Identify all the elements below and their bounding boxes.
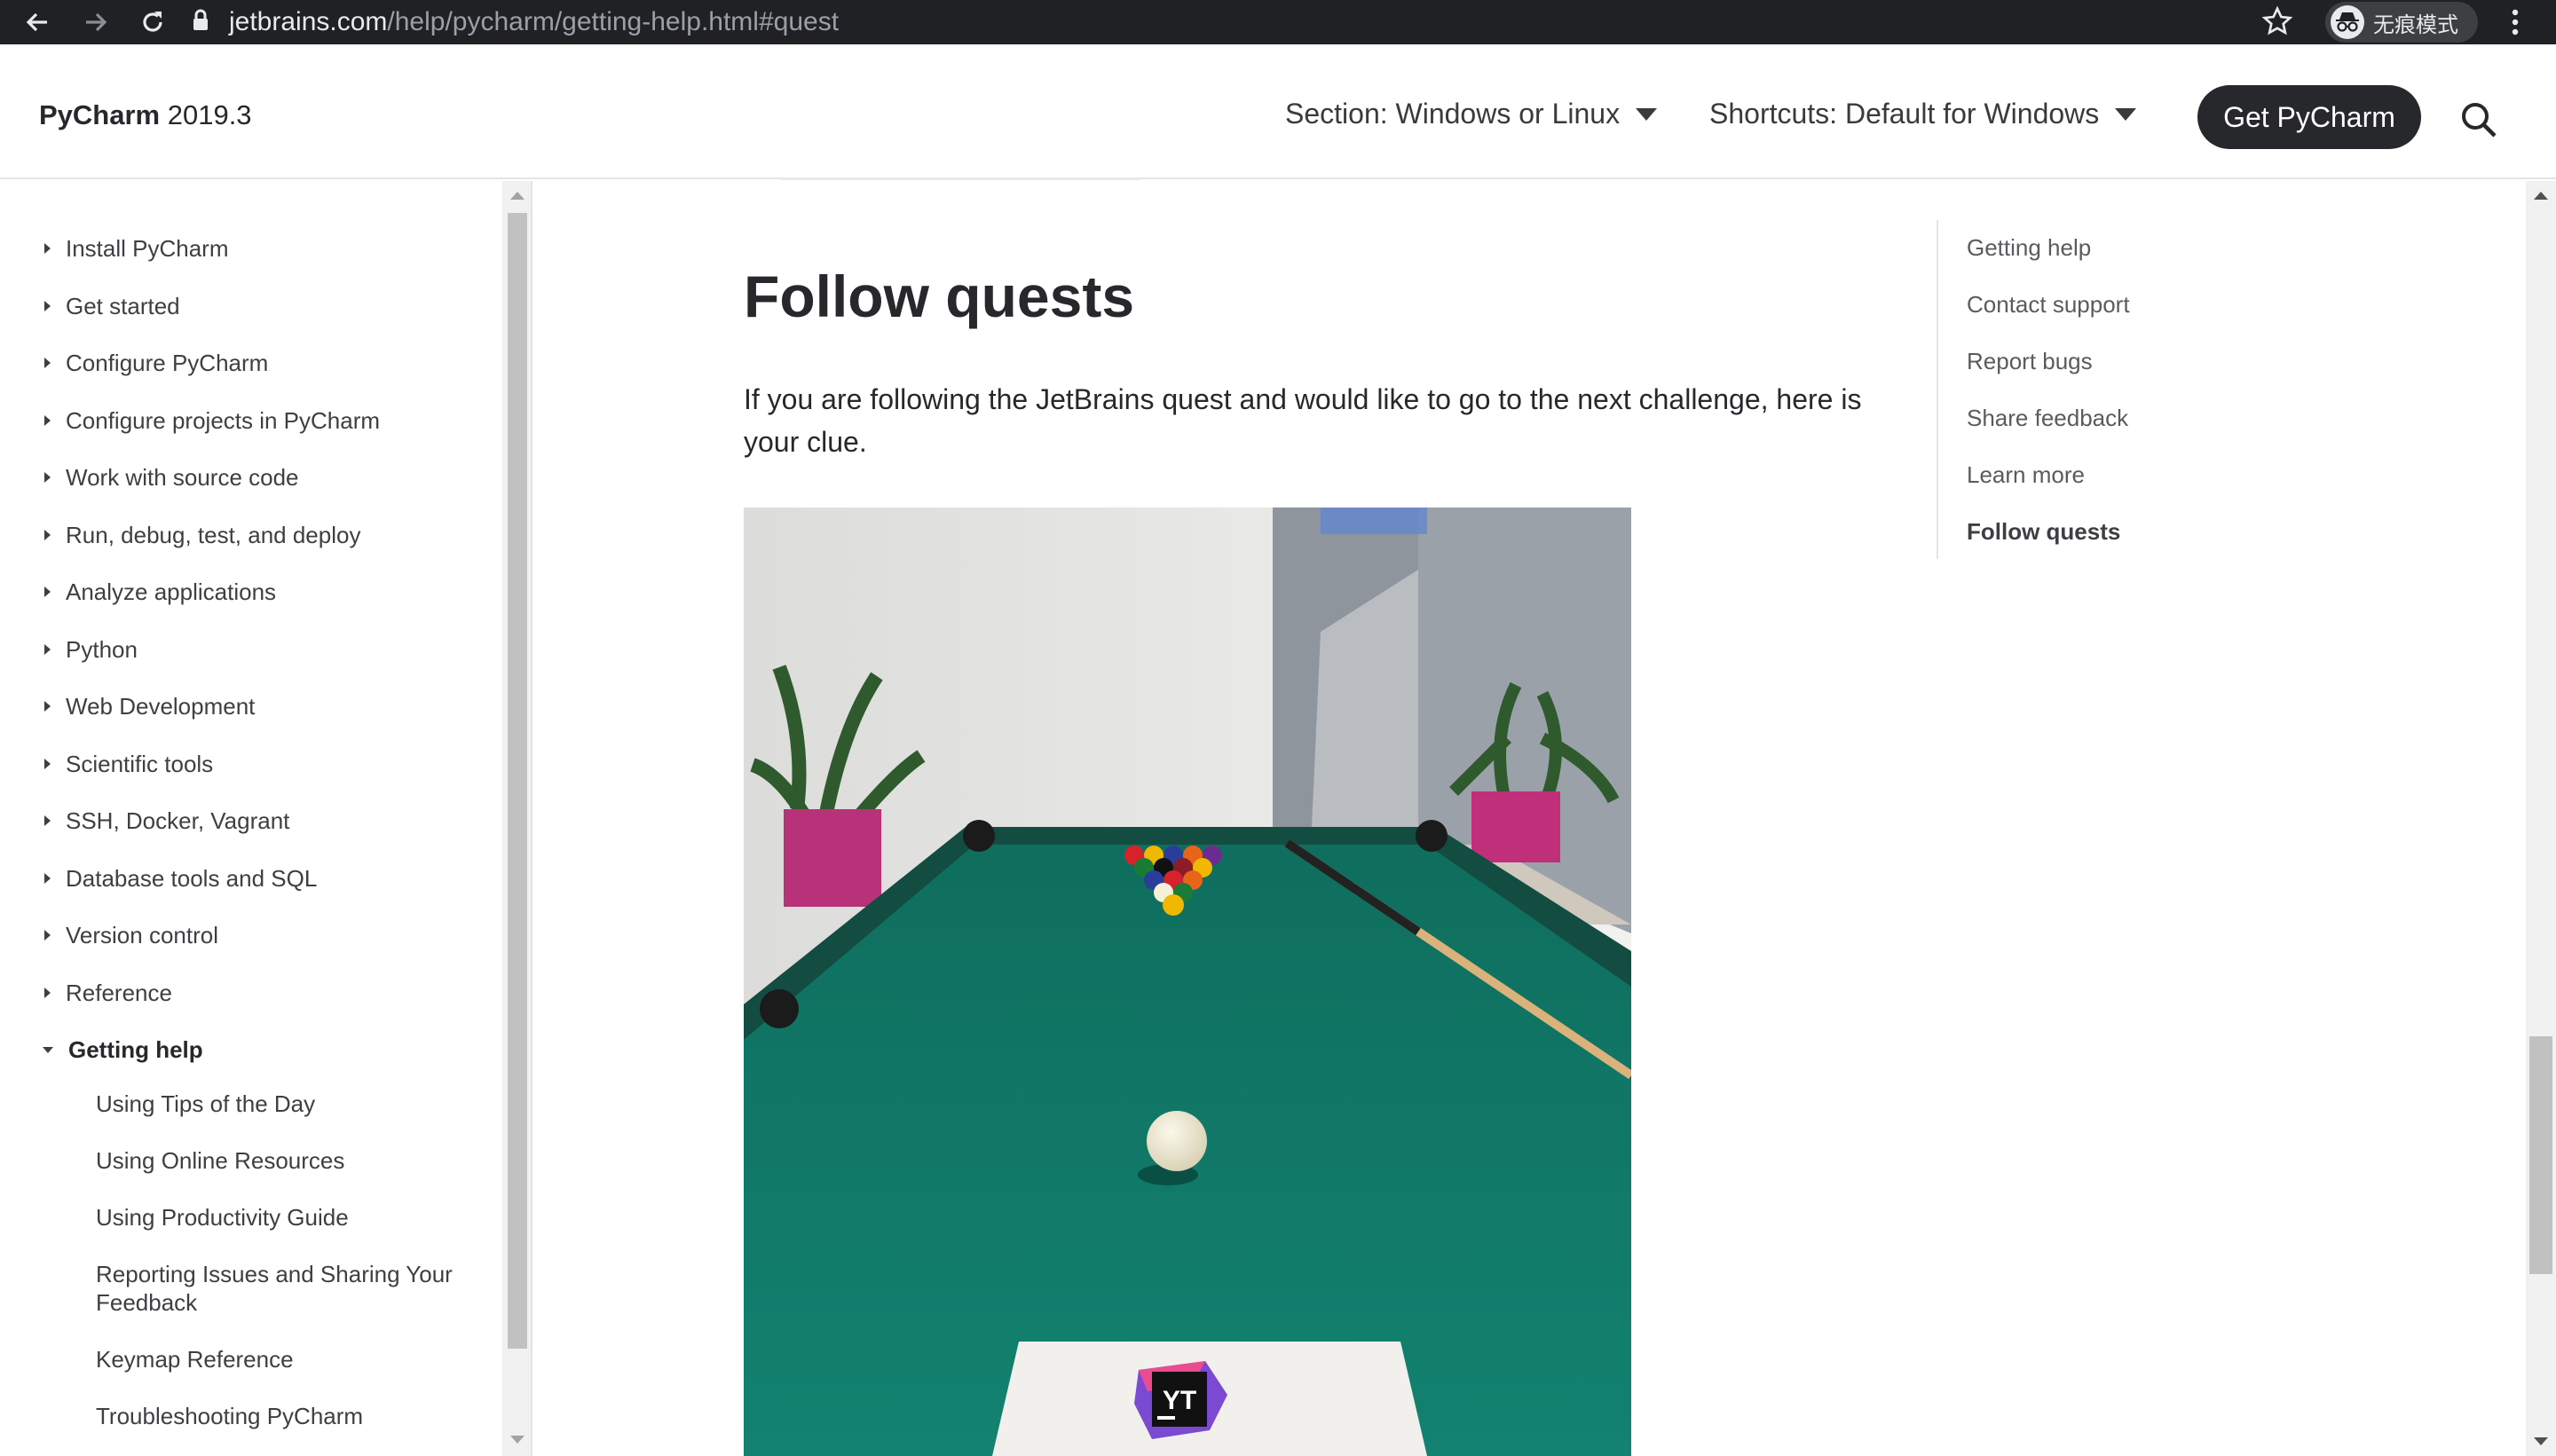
lock-icon <box>192 9 209 36</box>
sidebar-item-install-pycharm[interactable]: Install PyCharm <box>0 231 229 266</box>
product-name: PyCharm <box>39 99 161 130</box>
sidebar-item-python[interactable]: Python <box>0 632 138 667</box>
scroll-up-arrow-icon[interactable] <box>510 192 525 200</box>
page-scrollbar-thumb[interactable] <box>2529 1036 2552 1274</box>
sidebar-item-work-with-source-code[interactable]: Work with source code <box>0 460 299 495</box>
get-pycharm-button[interactable]: Get PyCharm <box>2197 85 2421 149</box>
shortcuts-dropdown[interactable]: Shortcuts: Default for Windows <box>1709 98 2137 130</box>
shortcuts-dropdown-label: Shortcuts: Default for Windows <box>1709 98 2100 130</box>
sidebar-nav: Install PyCharm Get started Configure Py… <box>0 181 532 1456</box>
sidebar-item-database-tools[interactable]: Database tools and SQL <box>0 861 317 896</box>
expand-triangle-icon <box>44 586 51 597</box>
sidebar-item-reference[interactable]: Reference <box>0 975 172 1011</box>
sidebar-item-label: Work with source code <box>66 463 299 491</box>
product-title[interactable]: PyCharm 2019.3 <box>39 99 252 131</box>
sidebar-subitem-troubleshooting[interactable]: Troubleshooting PyCharm <box>96 1402 469 1430</box>
sidebar-subitem-reporting-issues[interactable]: Reporting Issues and Sharing Your Feedba… <box>96 1260 469 1317</box>
browser-toolbar: jetbrains.com/help/pycharm/getting-help.… <box>0 0 2556 44</box>
sidebar-subitem-tips-of-the-day[interactable]: Using Tips of the Day <box>96 1090 469 1118</box>
toc-link-contact-support[interactable]: Contact support <box>1967 291 2130 319</box>
sidebar-item-label: Configure PyCharm <box>66 349 269 376</box>
sidebar-scrollbar-thumb[interactable] <box>508 213 527 1349</box>
sidebar-item-label: Getting help <box>68 1035 203 1063</box>
sidebar-subitem-productivity-guide[interactable]: Using Productivity Guide <box>96 1203 469 1232</box>
star-icon[interactable] <box>2261 5 2293 42</box>
expand-triangle-icon <box>44 644 51 655</box>
collapse-triangle-icon <box>43 1046 53 1053</box>
sidebar-item-label: Database tools and SQL <box>66 864 318 892</box>
product-version: 2019.3 <box>167 99 252 130</box>
quest-clue-image: YT <box>744 508 1631 1456</box>
kebab-menu-icon[interactable] <box>2505 7 2526 37</box>
sidebar-item-label: Web Development <box>66 692 256 720</box>
sidebar-item-label: Configure projects in PyCharm <box>66 406 381 434</box>
sidebar-subitem-keymap-reference[interactable]: Keymap Reference <box>96 1345 469 1373</box>
expand-triangle-icon <box>44 930 51 940</box>
chevron-down-icon <box>2115 107 2137 121</box>
expand-triangle-icon <box>44 815 51 826</box>
expand-triangle-icon <box>44 243 51 254</box>
sidebar-item-version-control[interactable]: Version control <box>0 917 218 953</box>
sidebar-item-label: Reference <box>66 979 172 1006</box>
incognito-icon <box>2331 5 2364 39</box>
forward-arrow-icon[interactable] <box>78 4 114 40</box>
section-divider <box>781 177 1140 180</box>
sidebar-item-label: Analyze applications <box>66 578 277 605</box>
expand-triangle-icon <box>44 530 51 540</box>
youtrack-logo-icon: YT <box>1163 1386 1196 1415</box>
page-title: Follow quests <box>744 264 1135 329</box>
section-dropdown[interactable]: Section: Windows or Linux <box>1285 98 1658 130</box>
sidebar-item-label: Scientific tools <box>66 750 214 777</box>
scroll-down-arrow-icon[interactable] <box>2534 1437 2548 1445</box>
on-this-page-nav: Getting help Contact support Report bugs… <box>1937 220 2292 559</box>
toc-link-share-feedback[interactable]: Share feedback <box>1967 405 2128 432</box>
sidebar-item-run-debug-test-deploy[interactable]: Run, debug, test, and deploy <box>0 517 360 553</box>
sidebar-item-label: Run, debug, test, and deploy <box>66 521 361 548</box>
toc-link-getting-help[interactable]: Getting help <box>1967 234 2091 262</box>
expand-triangle-icon <box>44 759 51 769</box>
sidebar-item-label: Install PyCharm <box>66 234 229 262</box>
sidebar-item-get-started[interactable]: Get started <box>0 288 180 324</box>
expand-triangle-icon <box>44 472 51 483</box>
address-bar[interactable]: jetbrains.com/help/pycharm/getting-help.… <box>192 0 839 44</box>
incognito-badge[interactable]: 无痕模式 <box>2325 2 2478 43</box>
section-dropdown-label: Section: Windows or Linux <box>1285 98 1621 130</box>
expand-triangle-icon <box>44 873 51 884</box>
sidebar-item-label: Version control <box>66 921 218 948</box>
toc-link-learn-more[interactable]: Learn more <box>1967 461 2085 489</box>
scroll-up-arrow-icon[interactable] <box>2534 192 2548 200</box>
sidebar-item-ssh-docker-vagrant[interactable]: SSH, Docker, Vagrant <box>0 803 289 838</box>
sidebar-item-label: Python <box>66 635 138 663</box>
site-header: PyCharm 2019.3 Section: Windows or Linux… <box>0 44 2556 179</box>
sidebar-item-analyze-applications[interactable]: Analyze applications <box>0 574 276 610</box>
sidebar-item-configure-projects[interactable]: Configure projects in PyCharm <box>0 403 380 438</box>
toc-link-follow-quests[interactable]: Follow quests <box>1967 518 2120 546</box>
sidebar-subitem-online-resources[interactable]: Using Online Resources <box>96 1146 469 1175</box>
expand-triangle-icon <box>44 701 51 712</box>
reload-icon[interactable] <box>135 4 170 40</box>
sidebar-item-web-development[interactable]: Web Development <box>0 689 255 724</box>
quest-paragraph: If you are following the JetBrains quest… <box>744 383 1862 458</box>
sidebar-item-getting-help[interactable]: Getting help <box>0 1032 203 1067</box>
url-text: jetbrains.com/help/pycharm/getting-help.… <box>229 7 840 36</box>
toc-link-report-bugs[interactable]: Report bugs <box>1967 348 2093 375</box>
expand-triangle-icon <box>44 301 51 311</box>
sidebar-item-configure-pycharm[interactable]: Configure PyCharm <box>0 345 268 381</box>
scroll-down-arrow-icon[interactable] <box>510 1436 525 1444</box>
expand-triangle-icon <box>44 358 51 368</box>
sidebar-item-scientific-tools[interactable]: Scientific tools <box>0 746 213 782</box>
sidebar-item-label: Get started <box>66 292 180 319</box>
back-arrow-icon[interactable] <box>20 4 55 40</box>
search-icon[interactable] <box>2458 99 2499 140</box>
chevron-down-icon <box>1636 107 1658 121</box>
sidebar-item-label: SSH, Docker, Vagrant <box>66 807 290 834</box>
expand-triangle-icon <box>44 415 51 426</box>
incognito-label: 无痕模式 <box>2373 12 2458 37</box>
expand-triangle-icon <box>44 988 51 998</box>
